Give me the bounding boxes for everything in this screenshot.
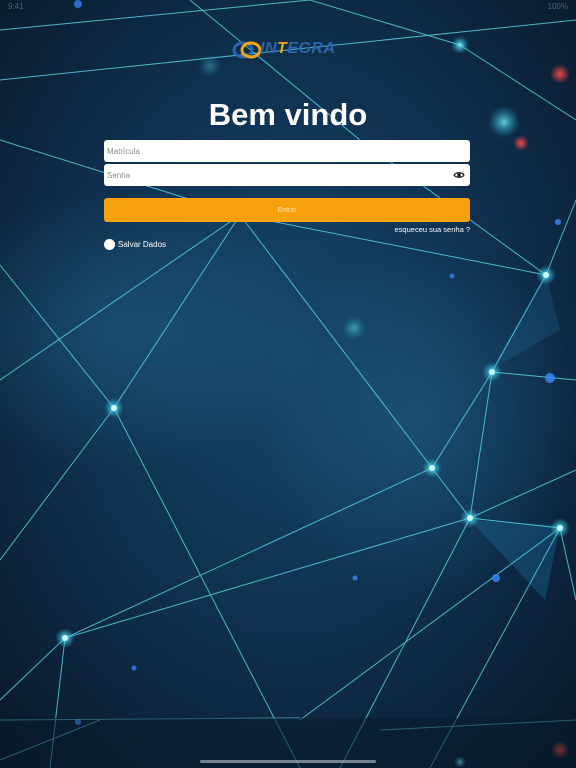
status-battery: 100%: [547, 2, 568, 11]
logo-text-part-1: IN: [260, 40, 277, 57]
logo-mark-icon: [232, 41, 262, 59]
welcome-title: Bem vindo: [208, 97, 368, 132]
save-data-radio-circle[interactable]: [104, 239, 115, 250]
status-time: 9:41: [8, 2, 24, 11]
home-indicator: [200, 760, 376, 763]
logo-text-part-2: T: [277, 40, 288, 57]
logo-text-part-3: EGRA: [287, 40, 336, 57]
integra-logo: INTEGRA: [232, 38, 347, 62]
save-data-label: Salvar Dados: [118, 240, 167, 249]
matricula-field[interactable]: [104, 140, 470, 162]
matricula-input[interactable]: [104, 140, 437, 162]
senha-input[interactable]: [104, 164, 437, 186]
entrar-button[interactable]: Entrar: [104, 198, 470, 222]
senha-field[interactable]: [104, 164, 470, 186]
forgot-password-link[interactable]: esqueceu sua senha ?: [395, 225, 470, 234]
show-password-eye-icon[interactable]: [453, 169, 465, 181]
status-bar: 9:41 100%: [0, 0, 576, 14]
logo-text: INTEGRA: [260, 40, 336, 58]
